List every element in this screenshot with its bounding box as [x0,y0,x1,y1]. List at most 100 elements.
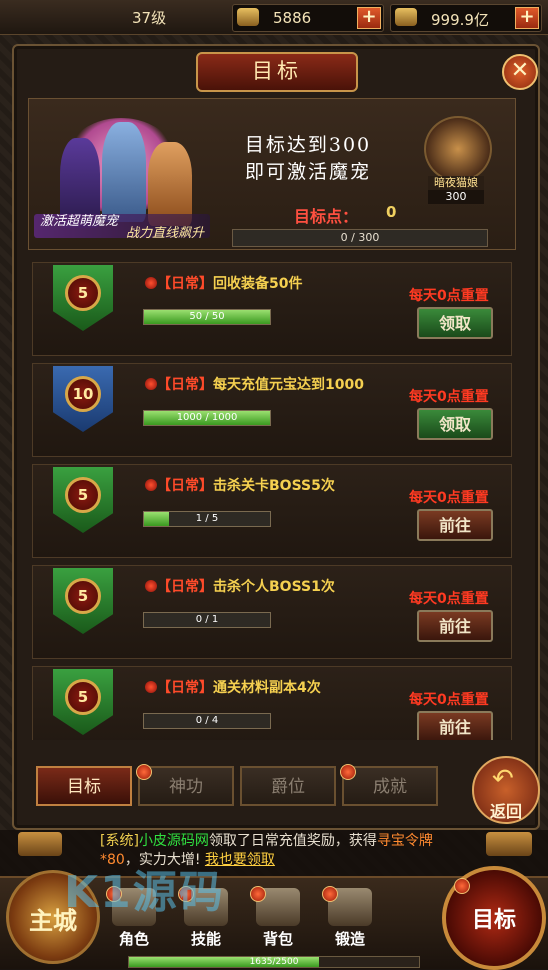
task-row: 5 【日常】击杀个人BOSS1次 0 / 1 每天0点重置 前往 [32,565,512,659]
task-progress-bar: 0 / 4 [143,713,271,729]
task-progress-text: 0 / 4 [195,715,219,726]
task-name: 回收装备50件 [213,276,303,292]
pet-points: 300 [428,190,484,204]
task-name: 击杀个人BOSS1次 [213,579,335,595]
watermark: K1源码 [64,867,225,918]
task-tag: 【日常】 [157,579,213,595]
task-level: 5 [65,275,101,311]
task-reset-note: 每天0点重置 [409,288,489,304]
task-progress-text: 0 / 1 [195,614,219,625]
notification-dot [322,886,338,902]
task-tag: 【日常】 [157,377,213,393]
tab-0[interactable]: 目标 [36,766,132,806]
pet-portrait[interactable] [424,116,492,182]
task-name: 每天充值元宝达到1000 [213,377,364,393]
points-value: 0 [386,203,397,221]
target-nav-button[interactable]: 目标 [442,866,546,970]
nav-forge-button[interactable]: 锻造 [322,886,378,956]
tab-3[interactable]: 成就 [340,764,438,806]
task-dot-icon [145,277,157,289]
task-dot-icon [145,479,157,491]
task-reset-note: 每天0点重置 [409,490,489,506]
task-title: 【日常】回收装备50件 [157,273,302,293]
task-title: 【日常】通关材料副本4次 [157,677,321,697]
task-title: 【日常】每天充值元宝达到1000 [157,374,364,394]
back-button[interactable]: ↶ 返回 [472,756,540,824]
chat-expand-icon[interactable] [18,832,62,856]
claim-button[interactable]: 领取 [417,307,493,339]
task-level: 5 [65,679,101,715]
task-list[interactable]: 5 【日常】回收装备50件 50 / 50 每天0点重置 领取 10 【日常】每天充值元宝达… [28,262,514,740]
chat-text: 领取了日常充值奖励，获得 [208,833,377,849]
coin-currency: 5886 + [232,4,384,32]
go-button[interactable]: 前往 [417,509,493,541]
nav-label: 角色 [118,930,149,948]
task-progress-bar: 50 / 50 [143,309,271,325]
task-tag: 【日常】 [157,478,213,494]
banner-tagline: 激活超萌魔宠 战力直线飙升 [34,214,210,241]
goal-line-1: 目标达到300 [244,134,372,156]
return-arrow-icon: ↶ [492,764,514,794]
task-reset-note: 每天0点重置 [409,389,489,405]
notification-dot [454,878,470,894]
coin-value: 5886 [273,9,312,27]
goal-line-2: 即可激活魔宠 [244,161,371,183]
chat-channel: [系统] [100,833,139,849]
chat-collapse-icon[interactable] [486,832,532,856]
exp-bar: 1635/2500 [128,956,420,968]
gold-value: 999.9亿 [431,11,489,29]
task-level: 10 [65,376,101,412]
task-name: 通关材料副本4次 [213,680,321,696]
tab-1[interactable]: 神功 [136,764,234,806]
task-reset-note: 每天0点重置 [409,692,489,708]
target-nav-label: 目标 [471,907,516,933]
task-badge: 5 [53,568,113,634]
claim-button[interactable]: 领取 [417,408,493,440]
task-progress-bar: 1000 / 1000 [143,410,271,426]
task-progress-bar: 0 / 1 [143,612,271,628]
hero-figure [102,122,146,222]
task-title: 【日常】击杀个人BOSS1次 [157,576,335,596]
task-tag: 【日常】 [157,680,213,696]
back-label: 返回 [489,802,522,821]
add-coin-button[interactable]: + [357,7,381,29]
close-icon[interactable]: ✕ [502,54,538,90]
top-bar: 37级 5886 + 999.9亿 + [0,0,548,35]
notification-dot [136,764,152,780]
task-badge: 5 [53,467,113,533]
task-dot-icon [145,681,157,693]
tab-label: 爵位 [271,777,305,797]
task-level: 5 [65,578,101,614]
nav-label: 背包 [262,930,293,948]
tagline-line-2: 战力直线飙升 [125,226,204,241]
task-badge: 5 [53,669,113,735]
exp-text: 1635/2500 [249,957,299,967]
add-gold-button[interactable]: + [515,7,539,29]
task-row: 5 【日常】通关材料副本4次 0 / 4 每天0点重置前往 [32,666,512,740]
panel-title: 目标 [196,52,358,92]
tab-label: 神功 [169,777,203,797]
go-button[interactable]: 前往 [417,711,493,740]
task-name: 击杀关卡BOSS5次 [213,478,335,494]
nav-bag-button[interactable]: 背包 [250,886,306,956]
gold-currency: 999.9亿 + [390,4,542,32]
go-button[interactable]: 前往 [417,610,493,642]
nav-label: 技能 [190,930,221,948]
task-dot-icon [145,378,157,390]
tab-2[interactable]: 爵位 [240,766,336,806]
task-row: 10 【日常】每天充值元宝达到1000 1000 / 1000 每天0点重置领取 [32,363,512,457]
task-progress-bar: 1 / 5 [143,511,271,527]
task-title: 【日常】击杀关卡BOSS5次 [157,475,335,495]
task-row: 5 【日常】回收装备50件 50 / 50 每天0点重置领取 [32,262,512,356]
tab-label: 成就 [373,777,407,797]
task-progress-text: 1 / 5 [195,513,219,524]
task-dot-icon [145,580,157,592]
task-level: 5 [65,477,101,513]
notification-dot [250,886,266,902]
nav-label: 锻造 [334,930,365,948]
pet-name: 暗夜猫娘 [428,176,484,190]
chat-player-name[interactable]: 小皮源码网 [139,833,209,849]
task-badge: 10 [53,366,113,432]
coin-icon [237,8,259,26]
goal-progress-text: 0 / 300 [340,231,380,244]
